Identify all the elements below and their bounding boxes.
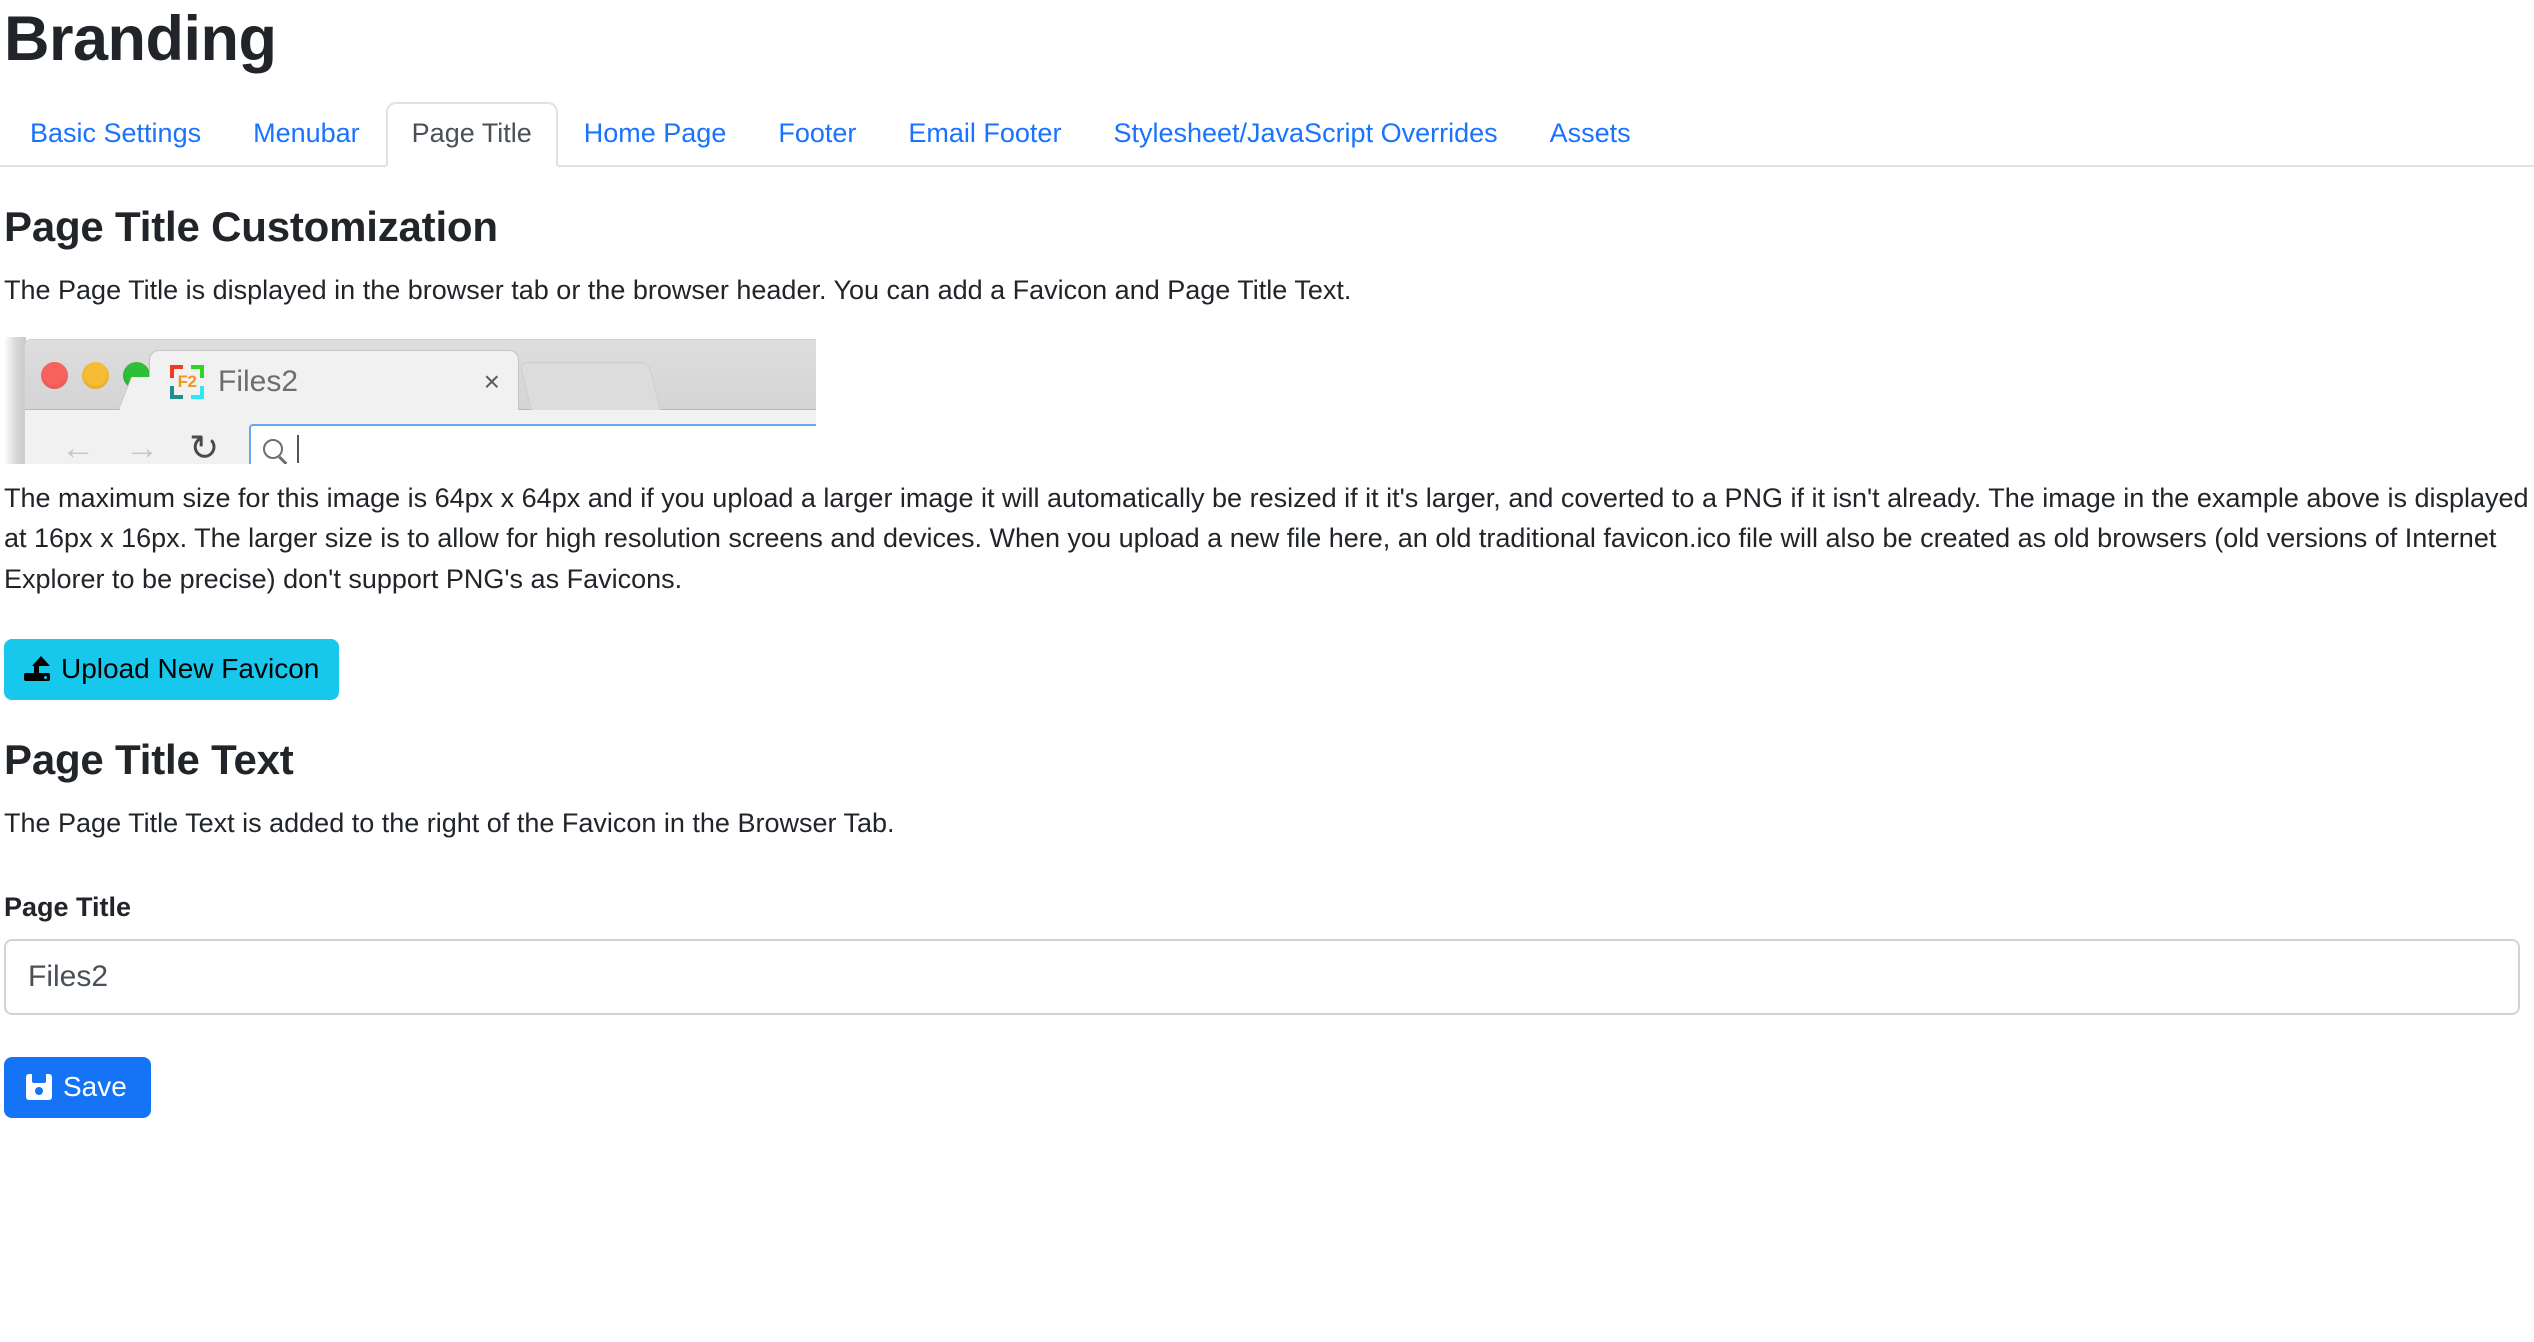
forward-icon: → — [125, 426, 159, 464]
upload-icon — [24, 656, 50, 682]
browser-background-tab — [519, 362, 661, 411]
browser-mockup: F2 Files2 × ← → ↻ — [4, 329, 816, 464]
page-title-customization-description: The Page Title is displayed in the brows… — [4, 271, 2534, 310]
browser-address-bar — [249, 424, 816, 464]
save-button[interactable]: Save — [4, 1057, 151, 1118]
favicon-icon: F2 — [170, 365, 204, 399]
page-title-input[interactable] — [4, 939, 2520, 1015]
browser-window-shadow — [4, 337, 26, 464]
upload-new-favicon-button[interactable]: Upload New Favicon — [4, 639, 339, 700]
tab-page-title[interactable]: Page Title — [386, 102, 558, 167]
search-icon — [263, 439, 283, 459]
tab-menubar[interactable]: Menubar — [227, 102, 386, 167]
favicon-label: F2 — [170, 372, 204, 392]
back-icon: ← — [61, 426, 95, 464]
tab-basic-settings[interactable]: Basic Settings — [4, 102, 227, 167]
browser-nav-icons: ← → ↻ — [61, 426, 219, 464]
page-title: Branding — [4, 6, 2534, 72]
browser-tab-strip: F2 Files2 × — [25, 340, 816, 410]
page-title-field-label: Page Title — [4, 892, 2534, 923]
favicon-help-text: The maximum size for this image is 64px … — [4, 478, 2534, 600]
browser-tab-title: Files2 — [218, 365, 298, 399]
text-caret — [297, 435, 299, 463]
branding-tab-bar: Basic Settings Menubar Page Title Home P… — [0, 99, 2534, 167]
upload-new-favicon-label: Upload New Favicon — [61, 655, 319, 683]
close-tab-icon: × — [484, 367, 500, 397]
browser-window-frame: F2 Files2 × ← → ↻ — [24, 339, 816, 464]
save-icon — [26, 1074, 52, 1100]
browser-toolbar: ← → ↻ — [25, 410, 816, 464]
page-title-text-heading: Page Title Text — [4, 736, 2534, 784]
save-button-label: Save — [63, 1073, 127, 1101]
tab-stylesheet-javascript-overrides[interactable]: Stylesheet/JavaScript Overrides — [1087, 102, 1523, 167]
tab-email-footer[interactable]: Email Footer — [882, 102, 1087, 167]
minimize-window-icon — [82, 362, 109, 389]
tab-home-page[interactable]: Home Page — [558, 102, 753, 167]
browser-active-tab: F2 Files2 × — [149, 350, 519, 411]
reload-icon: ↻ — [189, 426, 219, 464]
branding-page: Branding Basic Settings Menubar Page Tit… — [0, 6, 2534, 1118]
page-title-customization-heading: Page Title Customization — [4, 203, 2534, 251]
page-title-text-description: The Page Title Text is added to the righ… — [4, 804, 2534, 843]
close-window-icon — [41, 362, 68, 389]
tab-footer[interactable]: Footer — [752, 102, 882, 167]
browser-mockup-image: F2 Files2 × ← → ↻ — [4, 329, 816, 464]
tab-assets[interactable]: Assets — [1524, 102, 1657, 167]
